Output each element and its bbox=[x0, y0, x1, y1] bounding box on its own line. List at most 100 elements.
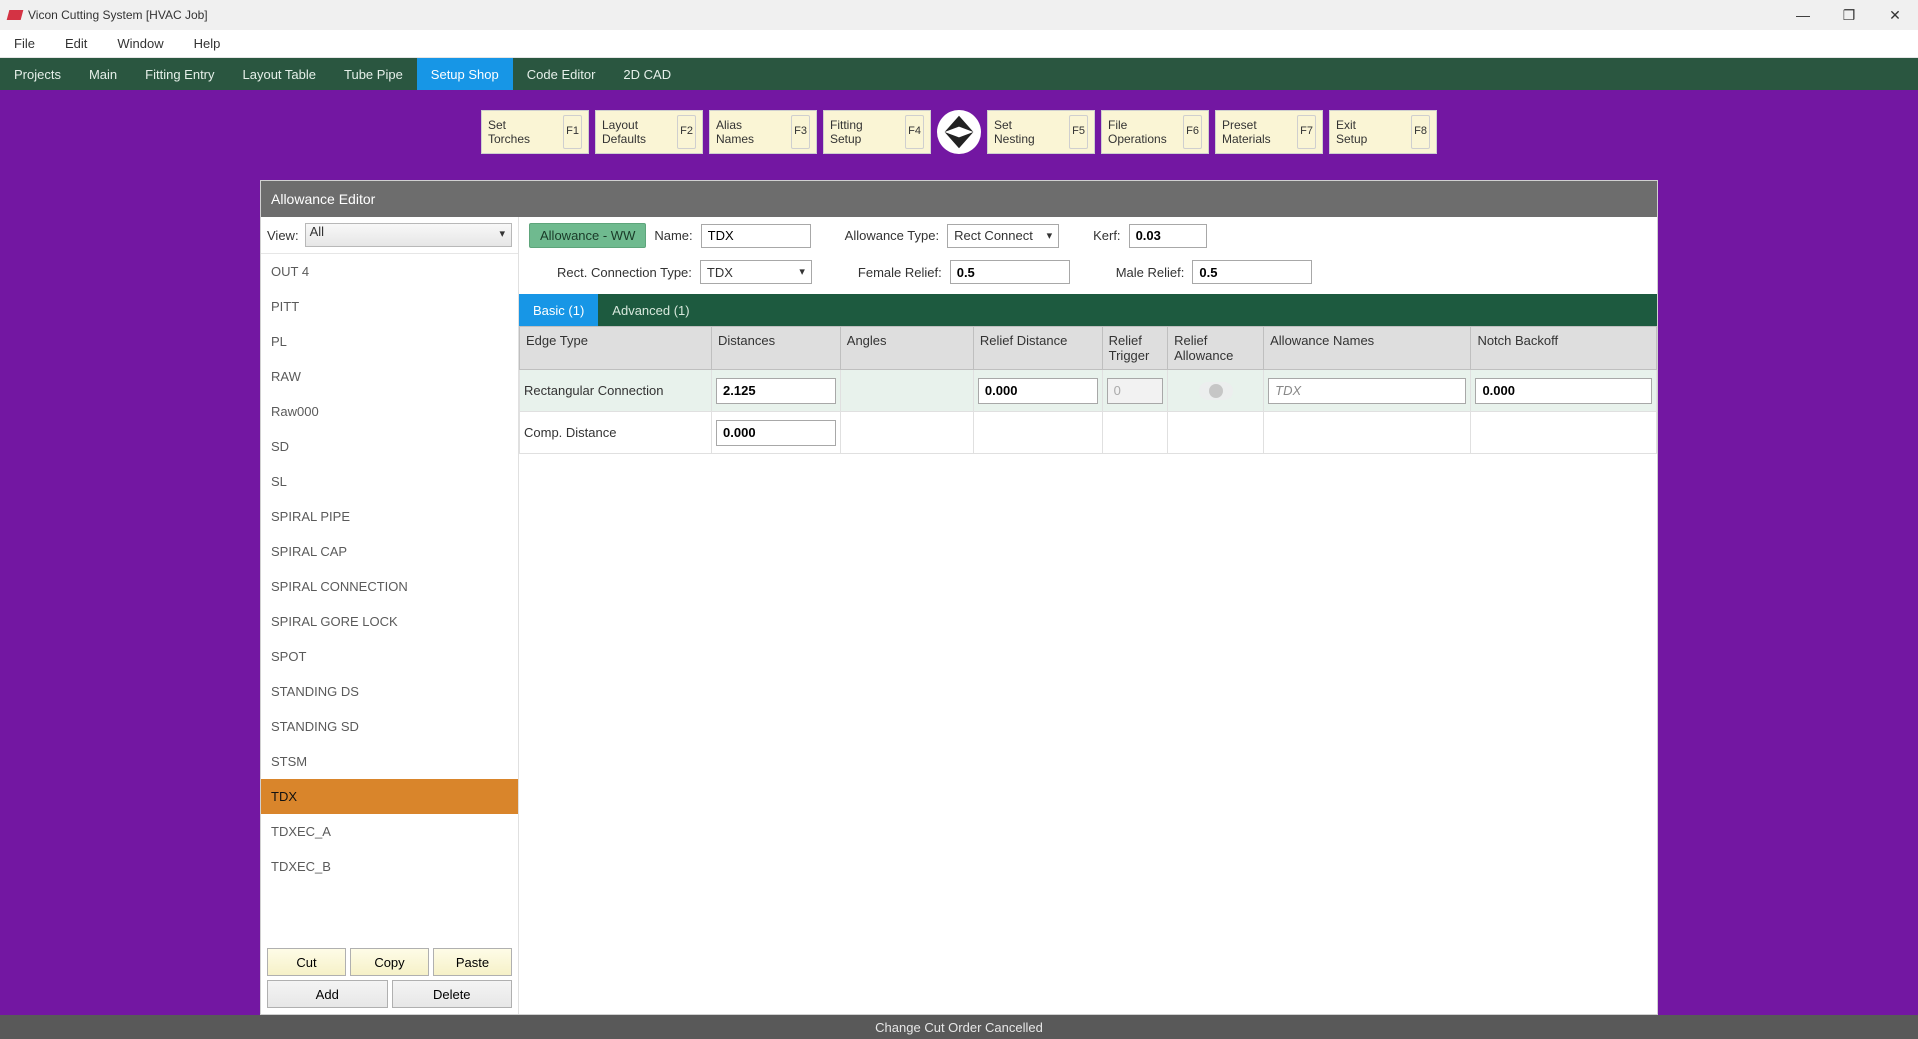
paste-button[interactable]: Paste bbox=[433, 948, 512, 976]
list-item[interactable]: TDXEC_B bbox=[261, 849, 518, 884]
cell-distance-input[interactable] bbox=[716, 378, 836, 404]
minimize-button[interactable]: — bbox=[1780, 0, 1826, 30]
kerf-input[interactable] bbox=[1129, 224, 1207, 248]
name-label: Name: bbox=[654, 228, 692, 243]
allowance-type-label: Allowance Type: bbox=[845, 228, 939, 243]
kerf-label: Kerf: bbox=[1093, 228, 1120, 243]
shortcut-f3[interactable]: AliasNamesF3 bbox=[709, 110, 817, 154]
cell-edge-type: Comp. Distance bbox=[520, 412, 712, 454]
allowance-type-select[interactable]: Rect Connect bbox=[947, 224, 1059, 248]
copy-button[interactable]: Copy bbox=[350, 948, 429, 976]
tab-advanced[interactable]: Advanced (1) bbox=[598, 294, 703, 326]
cell-angles bbox=[840, 370, 973, 412]
cut-button[interactable]: Cut bbox=[267, 948, 346, 976]
col-edge-type[interactable]: Edge Type bbox=[520, 327, 712, 370]
allowance-pill[interactable]: Allowance - WW bbox=[529, 223, 646, 248]
tab-basic[interactable]: Basic (1) bbox=[519, 294, 598, 326]
panel-title: Allowance Editor bbox=[261, 181, 1657, 217]
status-bar: Change Cut Order Cancelled bbox=[0, 1015, 1918, 1039]
col-allowance-names[interactable]: Allowance Names bbox=[1264, 327, 1471, 370]
allowance-list[interactable]: OUT 4PITTPLRAWRaw000SDSLSPIRAL PIPESPIRA… bbox=[261, 253, 518, 942]
allowance-editor-panel: Allowance Editor View: All OUT 4PITTPLRA… bbox=[260, 180, 1658, 1015]
logo-icon bbox=[937, 110, 981, 154]
list-item[interactable]: SPIRAL PIPE bbox=[261, 499, 518, 534]
shortcut-f1[interactable]: SetTorchesF1 bbox=[481, 110, 589, 154]
col-distances[interactable]: Distances bbox=[712, 327, 841, 370]
menu-file[interactable]: File bbox=[14, 36, 35, 51]
view-label: View: bbox=[267, 228, 299, 243]
content-area: SetTorchesF1LayoutDefaultsF2AliasNamesF3… bbox=[0, 90, 1918, 1015]
list-item[interactable]: RAW bbox=[261, 359, 518, 394]
status-text: Change Cut Order Cancelled bbox=[875, 1020, 1043, 1035]
list-item[interactable]: PL bbox=[261, 324, 518, 359]
list-item[interactable]: OUT 4 bbox=[261, 254, 518, 289]
right-pane: Allowance - WW Name: Allowance Type: Rec… bbox=[519, 217, 1657, 1014]
table-row[interactable]: Comp. Distance bbox=[520, 412, 1657, 454]
female-relief-label: Female Relief: bbox=[858, 265, 942, 280]
delete-button[interactable]: Delete bbox=[392, 980, 513, 1008]
menu-help[interactable]: Help bbox=[194, 36, 221, 51]
col-angles[interactable]: Angles bbox=[840, 327, 973, 370]
col-relief-trigger[interactable]: Relief Trigger bbox=[1102, 327, 1167, 370]
cell-relief-trigger-input bbox=[1107, 378, 1163, 404]
menubar: File Edit Window Help bbox=[0, 30, 1918, 58]
allowance-grid: Edge Type Distances Angles Relief Distan… bbox=[519, 326, 1657, 454]
male-relief-label: Male Relief: bbox=[1116, 265, 1185, 280]
list-item[interactable]: SD bbox=[261, 429, 518, 464]
rect-conn-label: Rect. Connection Type: bbox=[557, 265, 692, 280]
list-item[interactable]: TDX bbox=[261, 779, 518, 814]
col-relief-distance[interactable]: Relief Distance bbox=[973, 327, 1102, 370]
list-item[interactable]: SL bbox=[261, 464, 518, 499]
maximize-button[interactable]: ❐ bbox=[1826, 0, 1872, 30]
add-button[interactable]: Add bbox=[267, 980, 388, 1008]
tab-projects[interactable]: Projects bbox=[0, 58, 75, 90]
tab-code-editor[interactable]: Code Editor bbox=[513, 58, 610, 90]
tab-bar: ProjectsMainFitting EntryLayout TableTub… bbox=[0, 58, 1918, 90]
shortcut-row: SetTorchesF1LayoutDefaultsF2AliasNamesF3… bbox=[0, 110, 1918, 154]
name-input[interactable] bbox=[701, 224, 811, 248]
close-button[interactable]: ✕ bbox=[1872, 0, 1918, 30]
tab-fitting-entry[interactable]: Fitting Entry bbox=[131, 58, 228, 90]
menu-window[interactable]: Window bbox=[117, 36, 163, 51]
col-notch-backoff[interactable]: Notch Backoff bbox=[1471, 327, 1657, 370]
shortcut-f4[interactable]: FittingSetupF4 bbox=[823, 110, 931, 154]
cell-comp-distance-input[interactable] bbox=[716, 420, 836, 446]
list-item[interactable]: PITT bbox=[261, 289, 518, 324]
list-item[interactable]: SPOT bbox=[261, 639, 518, 674]
left-pane: View: All OUT 4PITTPLRAWRaw000SDSLSPIRAL… bbox=[261, 217, 519, 1014]
table-row[interactable]: Rectangular Connection bbox=[520, 370, 1657, 412]
list-item[interactable]: SPIRAL CAP bbox=[261, 534, 518, 569]
tab-main[interactable]: Main bbox=[75, 58, 131, 90]
tab-tube-pipe[interactable]: Tube Pipe bbox=[330, 58, 417, 90]
shortcut-f7[interactable]: PresetMaterialsF7 bbox=[1215, 110, 1323, 154]
menu-edit[interactable]: Edit bbox=[65, 36, 87, 51]
tab-layout-table[interactable]: Layout Table bbox=[229, 58, 331, 90]
cell-notch-backoff-input[interactable] bbox=[1475, 378, 1652, 404]
subtab-strip: Basic (1) Advanced (1) bbox=[519, 294, 1657, 326]
shortcut-f6[interactable]: FileOperationsF6 bbox=[1101, 110, 1209, 154]
female-relief-input[interactable] bbox=[950, 260, 1070, 284]
window-title: Vicon Cutting System [HVAC Job] bbox=[28, 8, 208, 22]
rect-conn-select[interactable]: TDX bbox=[700, 260, 812, 284]
list-item[interactable]: TDXEC_A bbox=[261, 814, 518, 849]
list-item[interactable]: SPIRAL GORE LOCK bbox=[261, 604, 518, 639]
list-item[interactable]: SPIRAL CONNECTION bbox=[261, 569, 518, 604]
titlebar: Vicon Cutting System [HVAC Job] — ❐ ✕ bbox=[0, 0, 1918, 30]
shortcut-f8[interactable]: ExitSetupF8 bbox=[1329, 110, 1437, 154]
shortcut-f5[interactable]: SetNestingF5 bbox=[987, 110, 1095, 154]
list-item[interactable]: STANDING DS bbox=[261, 674, 518, 709]
list-item[interactable]: Raw000 bbox=[261, 394, 518, 429]
cell-allowance-names-input[interactable] bbox=[1268, 378, 1466, 404]
male-relief-input[interactable] bbox=[1192, 260, 1312, 284]
tab-setup-shop[interactable]: Setup Shop bbox=[417, 58, 513, 90]
cell-edge-type: Rectangular Connection bbox=[520, 370, 712, 412]
cell-relief-distance-input[interactable] bbox=[978, 378, 1098, 404]
shortcut-f2[interactable]: LayoutDefaultsF2 bbox=[595, 110, 703, 154]
relief-allowance-toggle[interactable] bbox=[1199, 382, 1233, 400]
app-icon bbox=[7, 10, 24, 20]
col-relief-allowance[interactable]: Relief Allowance bbox=[1168, 327, 1264, 370]
view-select[interactable]: All bbox=[305, 223, 512, 247]
tab-2d-cad[interactable]: 2D CAD bbox=[609, 58, 685, 90]
list-item[interactable]: STSM bbox=[261, 744, 518, 779]
list-item[interactable]: STANDING SD bbox=[261, 709, 518, 744]
